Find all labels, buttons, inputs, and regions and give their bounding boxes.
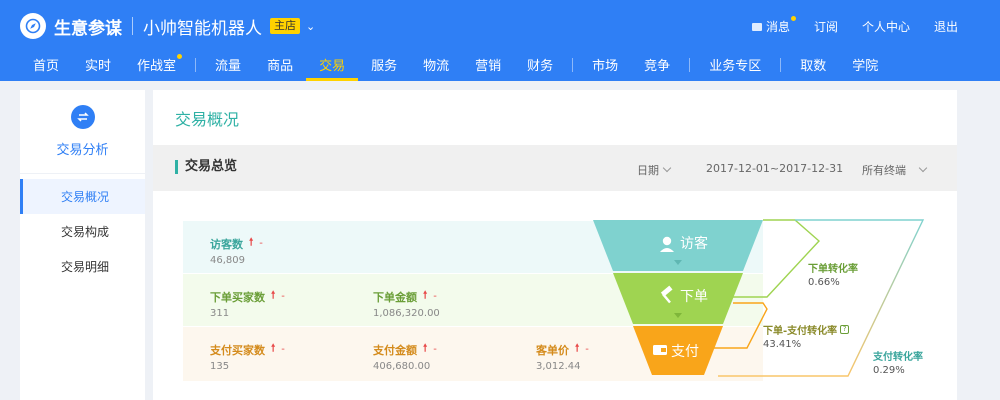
brand-divider (132, 17, 133, 35)
subscribe-link[interactable]: 订阅 (814, 18, 838, 35)
main-nav: 首页 实时 作战室 流量 商品 交易 服务 物流 营销 财务 市场 竞争 业务专… (20, 48, 891, 81)
nav-warroom-label: 作战室 (137, 59, 177, 74)
top-bar: 生意参谋 小帅智能机器人 主店 ⌄ 消息 订阅 个人中心 退出 首页 实时 作战… (0, 0, 1000, 81)
nav-finance[interactable]: 财务 (514, 48, 566, 81)
shop-badge: 主店 (270, 18, 300, 34)
nav-realtime[interactable]: 实时 (72, 48, 124, 81)
arrow-up-icon: 🠕 (423, 343, 428, 354)
user-links: 消息 订阅 个人中心 退出 (728, 16, 958, 35)
terminal-filter-label: 所有终端 (862, 164, 906, 177)
date-filter[interactable]: 日期 (637, 162, 672, 178)
brand-name: 生意参谋 (54, 18, 122, 39)
metric-visitors: 访客数 🠕 - 46,809 (210, 235, 263, 266)
nav-divider (195, 57, 197, 72)
metric-pay-amount: 支付金额 🠕 - 406,680.00 (373, 341, 437, 372)
nav-home[interactable]: 首页 (20, 48, 72, 81)
trend-value: - (433, 344, 437, 355)
compass-icon (20, 13, 46, 39)
nav-divider (689, 57, 691, 72)
arrow-up-icon: 🠕 (575, 343, 580, 354)
metric-value: 311 (210, 308, 230, 319)
metric-value: 46,809 (210, 255, 245, 266)
wallet-icon (653, 345, 667, 355)
chevron-down-icon (662, 163, 672, 173)
metric-label: 客单价 (536, 343, 569, 357)
funnel-stage-visit: 访客 (680, 235, 708, 252)
exchange-icon (70, 105, 95, 129)
trend-value: - (259, 238, 263, 249)
nav-marketing[interactable]: 营销 (462, 48, 514, 81)
shop-name[interactable]: 小帅智能机器人 (143, 14, 262, 39)
arrow-up-icon: 🠕 (271, 343, 276, 354)
messages-link[interactable]: 消息 (751, 16, 796, 35)
rate-label: 支付转化率 (873, 352, 923, 363)
nav-divider (572, 57, 574, 72)
brand[interactable]: 生意参谋 小帅智能机器人 主店 ⌄ (20, 12, 315, 40)
nav-divider (780, 57, 782, 72)
page-title: 交易概况 (175, 110, 240, 129)
help-icon[interactable]: ? (840, 325, 850, 334)
mail-icon (751, 22, 762, 31)
sidebar: 交易分析 交易概况 交易构成 交易明细 (20, 90, 145, 400)
messages-label: 消息 (765, 20, 790, 34)
sidebar-item-overview[interactable]: 交易概况 (20, 179, 145, 214)
date-filter-label: 日期 (637, 164, 659, 177)
metric-value: 406,680.00 (373, 361, 431, 372)
rate-value: 0.29% (873, 365, 905, 376)
nav-fetch[interactable]: 取数 (787, 48, 839, 81)
metric-label: 下单金额 (373, 290, 417, 304)
metric-label: 支付金额 (373, 343, 417, 357)
summary-bar: 交易总览 日期 2017-12-01~2017-12-31 所有终端 (153, 145, 957, 191)
terminal-filter[interactable]: 所有终端 (862, 162, 928, 178)
metric-pay-buyers: 支付买家数 🠕 - 135 (210, 341, 285, 372)
arrow-up-icon: 🠕 (271, 290, 276, 301)
metric-label: 访客数 (210, 237, 243, 251)
nav-academy[interactable]: 学院 (839, 48, 891, 81)
trend-value: - (281, 291, 285, 302)
sidebar-title: 交易分析 (56, 143, 109, 158)
rate-label: 下单-支付转化率 (763, 326, 838, 337)
rate-value: 43.41% (763, 339, 802, 350)
funnel-stage-order: 下单 (680, 289, 708, 305)
date-range[interactable]: 2017-12-01~2017-12-31 (706, 162, 843, 175)
nav-compete[interactable]: 竞争 (631, 48, 683, 81)
nav-service[interactable]: 服务 (358, 48, 410, 81)
rate-order-pay: 下单-支付转化率 ? 43.41% (763, 322, 850, 350)
arrow-up-icon: 🠕 (249, 237, 254, 248)
profile-link[interactable]: 个人中心 (862, 18, 910, 35)
nav-product[interactable]: 商品 (254, 48, 306, 81)
arrow-up-icon: 🠕 (423, 290, 428, 301)
nav-logistics[interactable]: 物流 (410, 48, 462, 81)
sidebar-item-details[interactable]: 交易明细 (20, 249, 145, 284)
metric-value: 1,086,320.00 (373, 308, 440, 319)
nav-trade[interactable]: 交易 (306, 48, 359, 81)
metric-value: 135 (210, 361, 230, 372)
metric-order-buyers: 下单买家数 🠕 - 311 (210, 288, 285, 319)
metric-label: 下单买家数 (210, 290, 265, 304)
logout-link[interactable]: 退出 (934, 18, 958, 35)
summary-title: 交易总览 (175, 160, 237, 174)
notification-dot (790, 16, 796, 21)
trend-value: - (433, 291, 437, 302)
rate-order: 下单转化率 0.66% (808, 260, 858, 288)
rate-pay: 支付转化率 0.29% (873, 348, 923, 376)
nav-market[interactable]: 市场 (579, 48, 631, 81)
sidebar-header: 交易分析 (20, 90, 145, 174)
rate-label: 下单转化率 (808, 264, 858, 275)
trend-value: - (281, 344, 285, 355)
funnel-stage-pay: 支付 (671, 344, 699, 360)
metric-value: 3,012.44 (536, 361, 581, 372)
nav-zone[interactable]: 业务专区 (696, 48, 774, 81)
chevron-down-icon (918, 163, 928, 173)
metric-order-amount: 下单金额 🠕 - 1,086,320.00 (373, 288, 440, 319)
nav-traffic[interactable]: 流量 (202, 48, 254, 81)
rate-value: 0.66% (808, 277, 840, 288)
chevron-down-icon[interactable]: ⌄ (306, 20, 315, 33)
nav-warroom[interactable]: 作战室 (124, 48, 189, 81)
metric-label: 支付买家数 (210, 343, 265, 357)
metric-unit-price: 客单价 🠕 - 3,012.44 (536, 341, 589, 372)
main-panel: 交易概况 交易总览 日期 2017-12-01~2017-12-31 所有终端 … (153, 90, 957, 400)
notification-dot (177, 54, 183, 59)
sidebar-item-composition[interactable]: 交易构成 (20, 214, 145, 249)
